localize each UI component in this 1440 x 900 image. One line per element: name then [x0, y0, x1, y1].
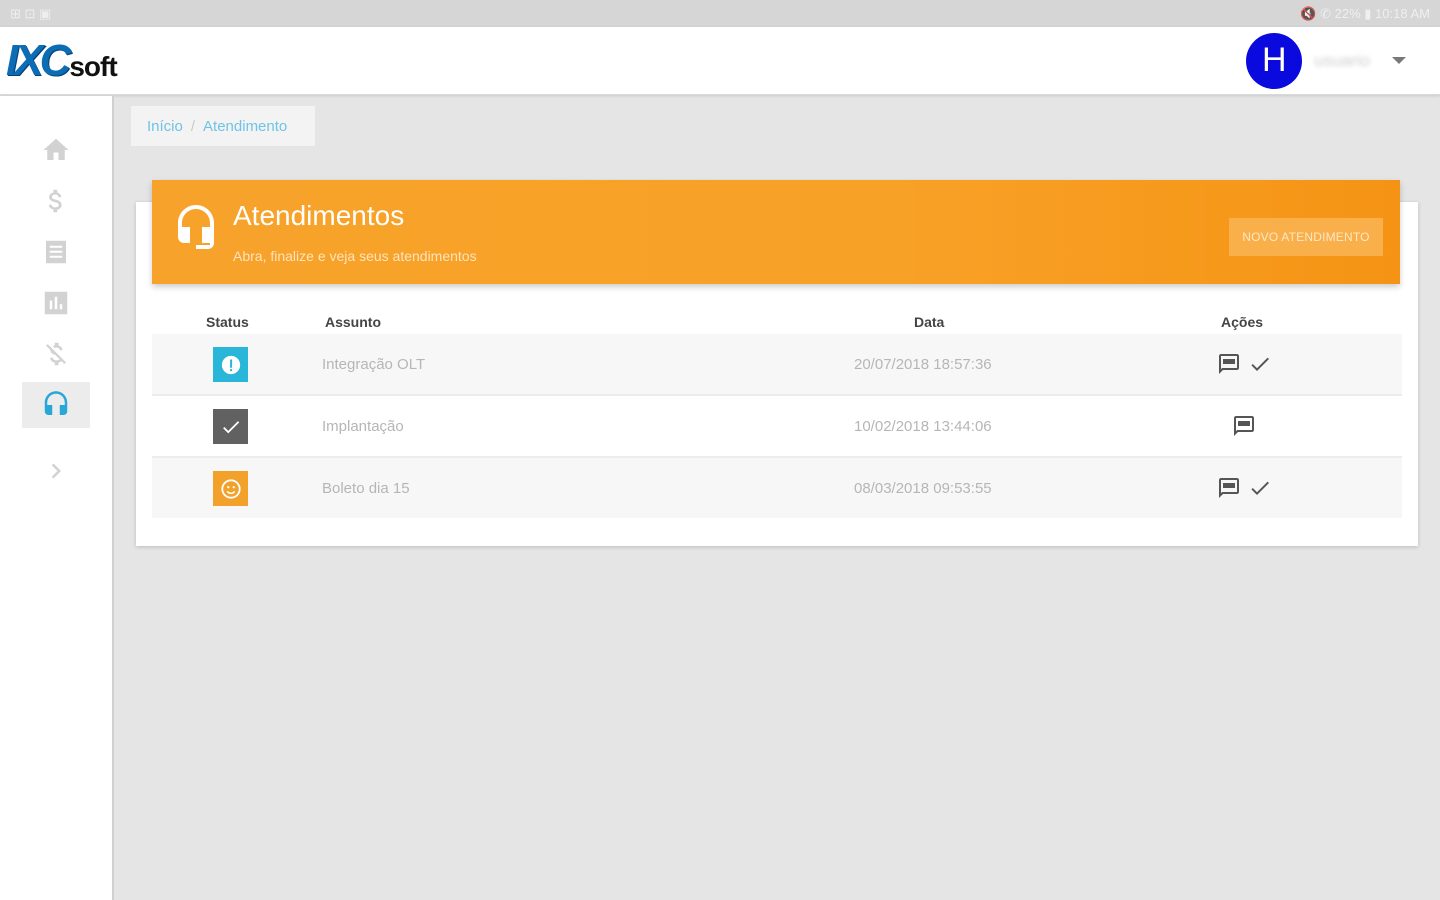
sidebar-item-consumo[interactable] [22, 280, 90, 326]
headset-icon [44, 391, 68, 415]
sidebar-item-desbloqueio[interactable] [22, 331, 90, 377]
ticket-subject: Boleto dia 15 [322, 479, 410, 497]
logo-soft-text: soft [69, 50, 117, 82]
column-header-data: Data [914, 314, 945, 330]
table-row[interactable]: Boleto dia 15 08/03/2018 09:53:55 [152, 458, 1402, 518]
check-icon[interactable] [1248, 352, 1272, 376]
ticket-date: 20/07/2018 18:57:36 [854, 355, 992, 373]
app-header: IXC soft H usuario [0, 27, 1440, 95]
avatar[interactable]: H [1246, 32, 1303, 89]
status-done-badge [213, 409, 248, 444]
status-bar-system-info: 🔇 ✆ 22% ▮ 10:18 AM [1300, 5, 1430, 21]
page-subtitle: Abra, finalize e veja seus atendimentos [233, 248, 477, 264]
comment-icon[interactable] [1217, 476, 1241, 500]
logo-ixc-text: IXC [6, 35, 71, 85]
column-header-acoes: Ações [1221, 314, 1264, 330]
sidebar-item-financeiro[interactable] [22, 178, 90, 224]
breadcrumb-home-link[interactable]: Início [147, 118, 183, 135]
table-row[interactable]: Implantação 10/02/2018 13:44:06 [152, 396, 1402, 456]
breadcrumb-separator: / [190, 117, 196, 135]
chevron-right-icon [51, 463, 61, 479]
sidebar-item-documentos[interactable] [22, 229, 90, 275]
info-icon [221, 355, 240, 374]
comment-icon[interactable] [1232, 414, 1256, 438]
ticket-subject: Integração OLT [322, 355, 426, 373]
new-ticket-button[interactable]: NOVO ATENDIMENTO [1229, 218, 1383, 256]
ticket-date: 08/03/2018 09:53:55 [854, 479, 992, 497]
document-icon [46, 240, 66, 264]
no-dollar-icon [46, 342, 66, 366]
ixcsoft-logo[interactable]: IXC soft [6, 35, 118, 86]
system-status-bar: ⊞ ⊡ ▣ 🔇 ✆ 22% ▮ 10:18 AM [0, 0, 1440, 27]
headset-icon [178, 205, 214, 249]
sidebar-nav [0, 96, 114, 900]
sidebar-item-atendimentos[interactable] [22, 382, 90, 428]
breadcrumb: Início / Atendimento [131, 106, 315, 146]
comment-icon[interactable] [1217, 352, 1241, 376]
dollar-icon [48, 189, 62, 213]
ticket-subject: Implantação [322, 417, 404, 435]
breadcrumb-current[interactable]: Atendimento [203, 118, 287, 135]
table-row[interactable]: Integração OLT 20/07/2018 18:57:36 [152, 334, 1402, 394]
column-header-assunto: Assunto [325, 314, 381, 330]
check-icon [222, 420, 239, 433]
column-header-status: Status [206, 314, 249, 330]
page-title: Atendimentos [233, 200, 405, 231]
sidebar-expand-toggle[interactable] [22, 448, 90, 494]
username-label[interactable]: usuario [1314, 51, 1370, 71]
status-waiting-badge [213, 471, 248, 506]
chevron-down-icon[interactable] [1392, 57, 1406, 64]
status-open-badge [213, 347, 248, 382]
atendimentos-banner: Atendimentos Abra, finalize e veja seus … [152, 180, 1400, 284]
chart-icon [44, 291, 68, 315]
ticket-date: 10/02/2018 13:44:06 [854, 417, 992, 435]
sidebar-item-home[interactable] [22, 127, 90, 173]
home-icon [43, 138, 69, 160]
status-bar-notifications: ⊞ ⊡ ▣ [10, 5, 52, 21]
smiley-icon [220, 478, 241, 499]
check-icon[interactable] [1248, 476, 1272, 500]
user-menu[interactable]: H usuario [1246, 32, 1406, 89]
